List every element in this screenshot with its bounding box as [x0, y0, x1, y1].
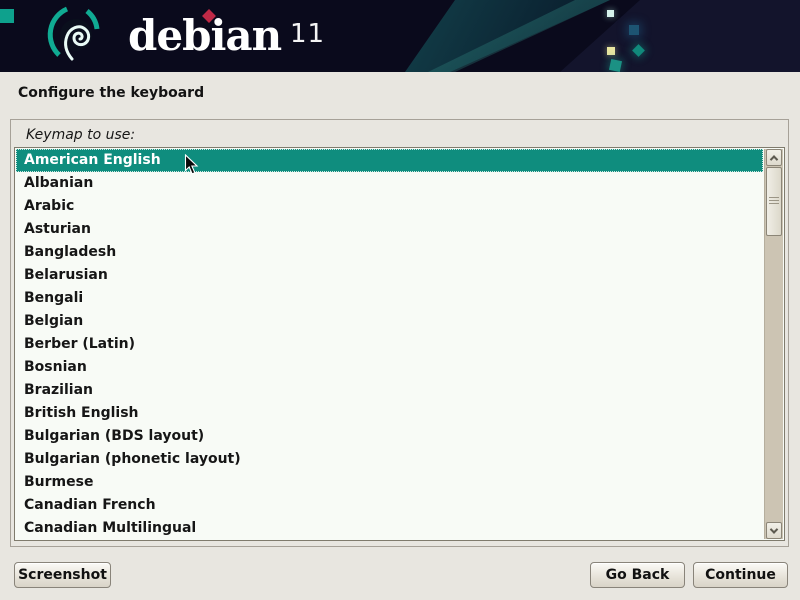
- banner: debian 11: [0, 0, 800, 72]
- list-item[interactable]: Canadian Multilingual: [16, 517, 763, 539]
- list-item[interactable]: Canadian French: [16, 494, 763, 517]
- list-item[interactable]: Bosnian: [16, 356, 763, 379]
- list-item[interactable]: British English: [16, 402, 763, 425]
- list-item[interactable]: Arabic: [16, 195, 763, 218]
- banner-square-yellow: [607, 47, 615, 55]
- list-item[interactable]: Brazilian: [16, 379, 763, 402]
- chevron-up-icon: [770, 155, 778, 163]
- list-item[interactable]: American English: [16, 149, 763, 172]
- arrow-pointer-icon: [184, 154, 199, 176]
- banner-square-cyan: [607, 10, 614, 17]
- scroll-down-button[interactable]: [766, 522, 782, 539]
- scroll-up-button[interactable]: [766, 149, 782, 166]
- debian-swirl-icon: [46, 4, 108, 68]
- banner-square-teal: [609, 59, 622, 72]
- banner-corner-square: [0, 9, 14, 23]
- banner-wedge-right: [0, 0, 800, 72]
- list-item[interactable]: Asturian: [16, 218, 763, 241]
- list-item[interactable]: Bulgarian (BDS layout): [16, 425, 763, 448]
- page-title: Configure the keyboard: [18, 85, 204, 101]
- keymap-listbox[interactable]: American EnglishAlbanianArabicAsturianBa…: [14, 147, 785, 541]
- scrollbar-thumb[interactable]: [766, 167, 782, 236]
- list-item[interactable]: Berber (Latin): [16, 333, 763, 356]
- version-label: 11: [290, 18, 325, 50]
- list-item[interactable]: Belgian: [16, 310, 763, 333]
- list-item[interactable]: Bulgarian (phonetic layout): [16, 448, 763, 471]
- scrollbar[interactable]: [764, 149, 783, 539]
- chevron-down-icon: [770, 525, 778, 533]
- continue-button[interactable]: Continue: [693, 562, 788, 588]
- keymap-list: American EnglishAlbanianArabicAsturianBa…: [16, 149, 763, 539]
- list-item[interactable]: Belarusian: [16, 264, 763, 287]
- list-item[interactable]: Albanian: [16, 172, 763, 195]
- list-item[interactable]: Bengali: [16, 287, 763, 310]
- banner-square-navy: [629, 25, 639, 35]
- screenshot-button[interactable]: Screenshot: [14, 562, 111, 588]
- list-item[interactable]: Bangladesh: [16, 241, 763, 264]
- keymap-panel: Keymap to use: American EnglishAlbanianA…: [10, 119, 789, 547]
- list-item[interactable]: Burmese: [16, 471, 763, 494]
- keymap-label: Keymap to use:: [26, 127, 135, 143]
- go-back-button[interactable]: Go Back: [590, 562, 685, 588]
- debian-installer-window: { "banner": { "wordmark": "debian", "ver…: [0, 0, 800, 600]
